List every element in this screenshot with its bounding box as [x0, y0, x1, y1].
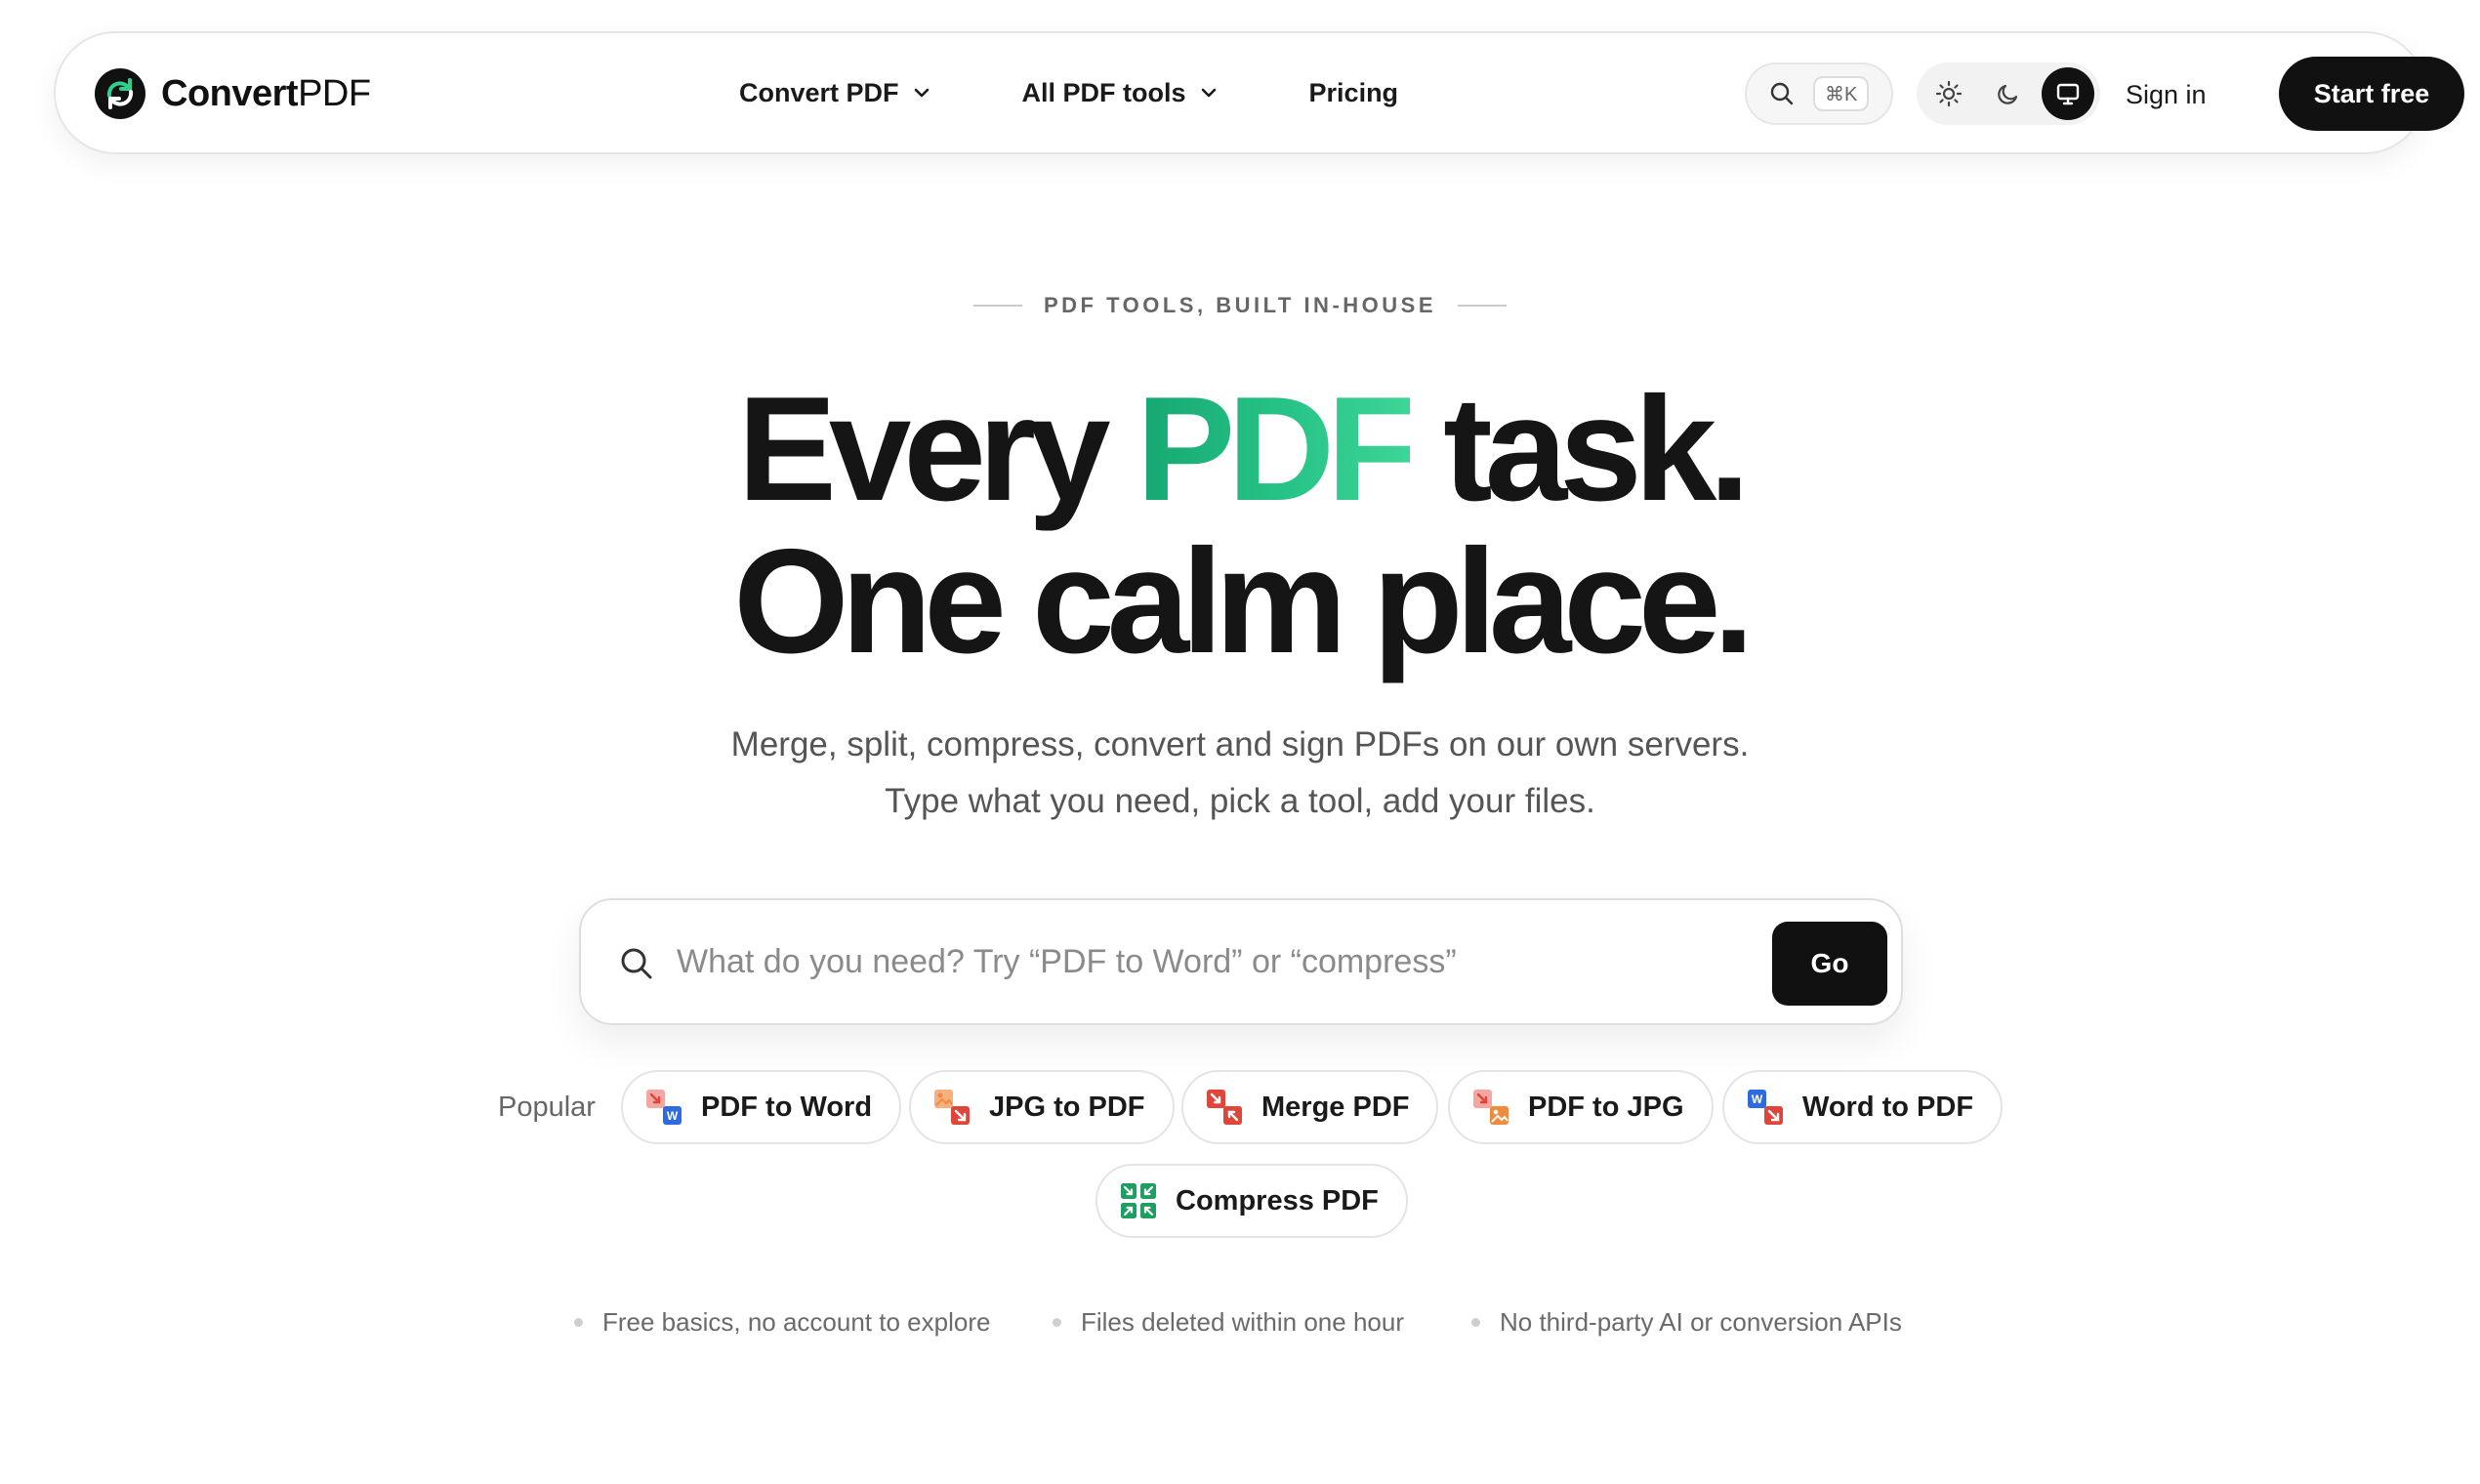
chip-pdf-to-word[interactable]: W PDF to Word — [621, 1070, 902, 1144]
main-nav: Convert PDF All PDF tools Pricing — [739, 33, 1488, 152]
headline-pre: Every — [737, 366, 1137, 532]
feature-text: Files deleted within one hour — [1081, 1307, 1404, 1337]
bullet-dot — [1053, 1317, 1061, 1327]
headline-line-1: Every PDF task. — [0, 371, 2480, 527]
chip-label: PDF to Word — [701, 1091, 873, 1123]
nav-pricing-label: Pricing — [1308, 77, 1399, 107]
chip-merge-pdf[interactable]: Merge PDF — [1181, 1070, 1439, 1144]
hero-subtext-line-1: Merge, split, compress, convert and sign… — [730, 725, 1750, 763]
theme-toggle — [1917, 62, 2100, 125]
theme-dark-button[interactable] — [1982, 67, 2035, 120]
chevron-down-icon — [914, 88, 929, 98]
go-button[interactable]: Go — [1772, 922, 1887, 1006]
compress-pdf-icon — [1121, 1183, 1156, 1218]
svg-text:W: W — [1752, 1092, 1763, 1106]
bullet-dot — [1471, 1317, 1480, 1327]
command-search-button[interactable]: ⌘K — [1745, 62, 1893, 125]
feature-item: Free basics, no account to explore — [574, 1302, 990, 1341]
monitor-icon — [2056, 83, 2080, 105]
hero-subtext-line-2: Type what you need, pick a tool, add you… — [885, 782, 1595, 820]
chip-label: Merge PDF — [1261, 1091, 1410, 1123]
sun-icon — [1935, 80, 1963, 107]
chip-label: Compress PDF — [1176, 1184, 1379, 1216]
page: ConvertPDF Convert PDF All PDF tools Pri… — [0, 0, 2480, 1484]
chip-pdf-to-jpg[interactable]: PDF to JPG — [1448, 1070, 1714, 1144]
feature-item: No third-party AI or conversion APIs — [1471, 1302, 1902, 1341]
feature-text: Free basics, no account to explore — [602, 1307, 991, 1337]
hero-eyebrow: PDF TOOLS, BUILT IN-HOUSE — [0, 293, 2480, 318]
eyebrow-rule-left — [972, 305, 1022, 307]
eyebrow-rule-right — [1458, 305, 1508, 307]
nav-all-pdf-tools[interactable]: All PDF tools — [1022, 78, 1219, 108]
svg-text:W: W — [667, 1109, 679, 1123]
chip-compress-pdf[interactable]: Compress PDF — [1095, 1164, 1408, 1238]
tool-search-input[interactable] — [677, 929, 1721, 994]
popular-label: Popular — [498, 1092, 596, 1123]
search-icon — [1770, 82, 1794, 105]
brand[interactable]: ConvertPDF — [95, 68, 371, 119]
headline-line-2: One calm place. — [733, 518, 1754, 684]
chip-label: PDF to JPG — [1528, 1091, 1684, 1123]
headline-post: task. — [1409, 366, 1750, 532]
theme-light-button[interactable] — [1922, 67, 1975, 120]
bullet-dot — [574, 1317, 583, 1327]
eyebrow-text: PDF TOOLS, BUILT IN-HOUSE — [1043, 293, 1437, 317]
chevron-down-icon — [1201, 88, 1216, 98]
chip-word-to-pdf[interactable]: W Word to PDF — [1722, 1070, 2004, 1144]
headline-accent: PDF — [1136, 366, 1418, 532]
keyboard-shortcut-badge: ⌘K — [1813, 76, 1870, 111]
start-free-button[interactable]: Start free — [2279, 57, 2464, 131]
nav-pricing[interactable]: Pricing — [1309, 78, 1399, 108]
merge-pdf-icon — [1207, 1090, 1242, 1125]
moon-icon — [1998, 84, 2018, 104]
chip-jpg-to-pdf[interactable]: JPG to PDF — [909, 1070, 1175, 1144]
brand-name-light: PDF — [298, 73, 371, 114]
search-icon — [621, 948, 652, 979]
feature-item: Files deleted within one hour — [1053, 1302, 1404, 1341]
convertpdf-logo-icon — [95, 68, 145, 119]
pdf-to-word-icon: W — [646, 1090, 682, 1125]
nav-convert-pdf[interactable]: Convert PDF — [739, 78, 932, 108]
brand-name: ConvertPDF — [161, 68, 371, 119]
nav-convert-pdf-label: Convert PDF — [739, 77, 899, 107]
jpg-to-pdf-icon — [934, 1090, 970, 1125]
theme-system-button[interactable] — [2042, 67, 2094, 120]
tool-search-box: Go — [579, 898, 1903, 1025]
brand-name-bold: Convert — [161, 73, 299, 114]
feature-text: No third-party AI or conversion APIs — [1500, 1307, 1902, 1337]
chip-label: Word to PDF — [1802, 1091, 1974, 1123]
nav-all-pdf-tools-label: All PDF tools — [1021, 77, 1186, 107]
top-navbar: ConvertPDF Convert PDF All PDF tools Pri… — [54, 31, 2464, 154]
sign-in-link[interactable]: Sign in — [2126, 70, 2207, 119]
chip-label: JPG to PDF — [989, 1091, 1145, 1123]
word-to-pdf-icon: W — [1748, 1090, 1783, 1125]
pdf-to-jpg-icon — [1473, 1090, 1509, 1125]
